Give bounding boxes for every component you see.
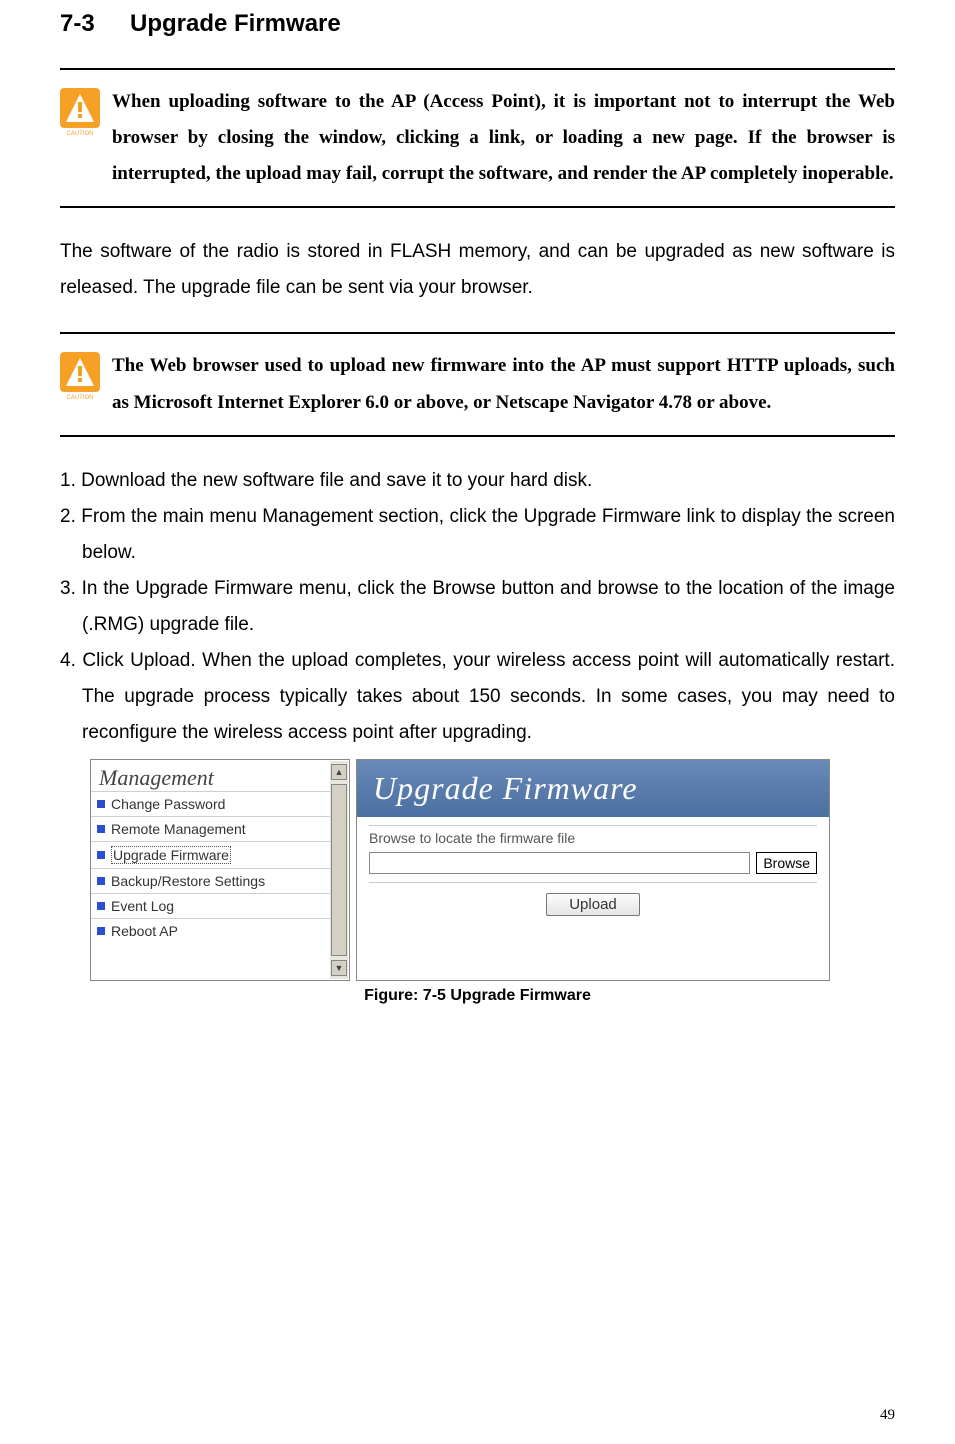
bullet-icon [97, 825, 105, 833]
sidebar-item-label: Change Password [111, 796, 225, 812]
svg-text:CAUTION: CAUTION [67, 395, 94, 400]
sidebar-item-change-password[interactable]: Change Password [91, 791, 331, 816]
sidebar-item-upgrade-firmware[interactable]: Upgrade Firmware [91, 841, 331, 868]
step-4: 4. Click Upload. When the upload complet… [60, 643, 895, 751]
sidebar-item-label: Remote Management [111, 821, 246, 837]
sidebar-item-reboot-ap[interactable]: Reboot AP [91, 918, 331, 943]
browse-label: Browse to locate the firmware file [369, 825, 817, 848]
sidebar-item-label: Event Log [111, 898, 174, 914]
scroll-up-icon[interactable]: ▲ [331, 764, 347, 780]
panel-title: Upgrade Firmware [357, 760, 829, 817]
bullet-icon [97, 902, 105, 910]
sidebar-item-label: Upgrade Firmware [111, 846, 231, 864]
intro-paragraph: The software of the radio is stored in F… [60, 234, 895, 306]
svg-text:CAUTION: CAUTION [67, 131, 94, 136]
section-number: 7-3 [60, 10, 130, 38]
sidebar-item-label: Reboot AP [111, 923, 178, 939]
step-list: 1. Download the new software file and sa… [60, 463, 895, 752]
caution-box-2: CAUTION The Web browser used to upload n… [60, 332, 895, 436]
scroll-thumb[interactable] [331, 784, 347, 956]
scroll-down-icon[interactable]: ▼ [331, 960, 347, 976]
caution-icon: CAUTION [60, 352, 100, 392]
bullet-icon [97, 800, 105, 808]
step-1: 1. Download the new software file and sa… [60, 463, 895, 499]
upgrade-firmware-screenshot: Management Change Password Remote Manage… [90, 759, 830, 981]
sidebar-item-remote-management[interactable]: Remote Management [91, 816, 331, 841]
bullet-icon [97, 877, 105, 885]
caution-icon: CAUTION [60, 88, 100, 128]
firmware-file-input[interactable] [369, 852, 750, 874]
upload-button[interactable]: Upload [546, 893, 640, 916]
section-title-text: Upgrade Firmware [130, 10, 341, 37]
sidebar-item-event-log[interactable]: Event Log [91, 893, 331, 918]
figure-caption: Figure: 7-5 Upgrade Firmware [60, 987, 895, 1005]
caution-box-1: CAUTION When uploading software to the A… [60, 68, 895, 208]
section-heading: 7-3Upgrade Firmware [60, 10, 895, 38]
page-number: 49 [880, 1407, 895, 1424]
management-sidebar: Management Change Password Remote Manage… [90, 759, 350, 981]
caution-text-1: When uploading software to the AP (Acces… [112, 84, 895, 192]
scrollbar[interactable]: ▲ ▼ [330, 761, 348, 979]
upgrade-firmware-panel: Upgrade Firmware Browse to locate the fi… [356, 759, 830, 981]
bullet-icon [97, 851, 105, 859]
management-header: Management [91, 760, 349, 791]
step-2: 2. From the main menu Management section… [60, 499, 895, 571]
browse-button[interactable]: Browse [756, 852, 817, 874]
step-3: 3. In the Upgrade Firmware menu, click t… [60, 571, 895, 643]
bullet-icon [97, 927, 105, 935]
sidebar-item-backup-restore[interactable]: Backup/Restore Settings [91, 868, 331, 893]
sidebar-item-label: Backup/Restore Settings [111, 873, 265, 889]
caution-text-2: The Web browser used to upload new firmw… [112, 348, 895, 420]
